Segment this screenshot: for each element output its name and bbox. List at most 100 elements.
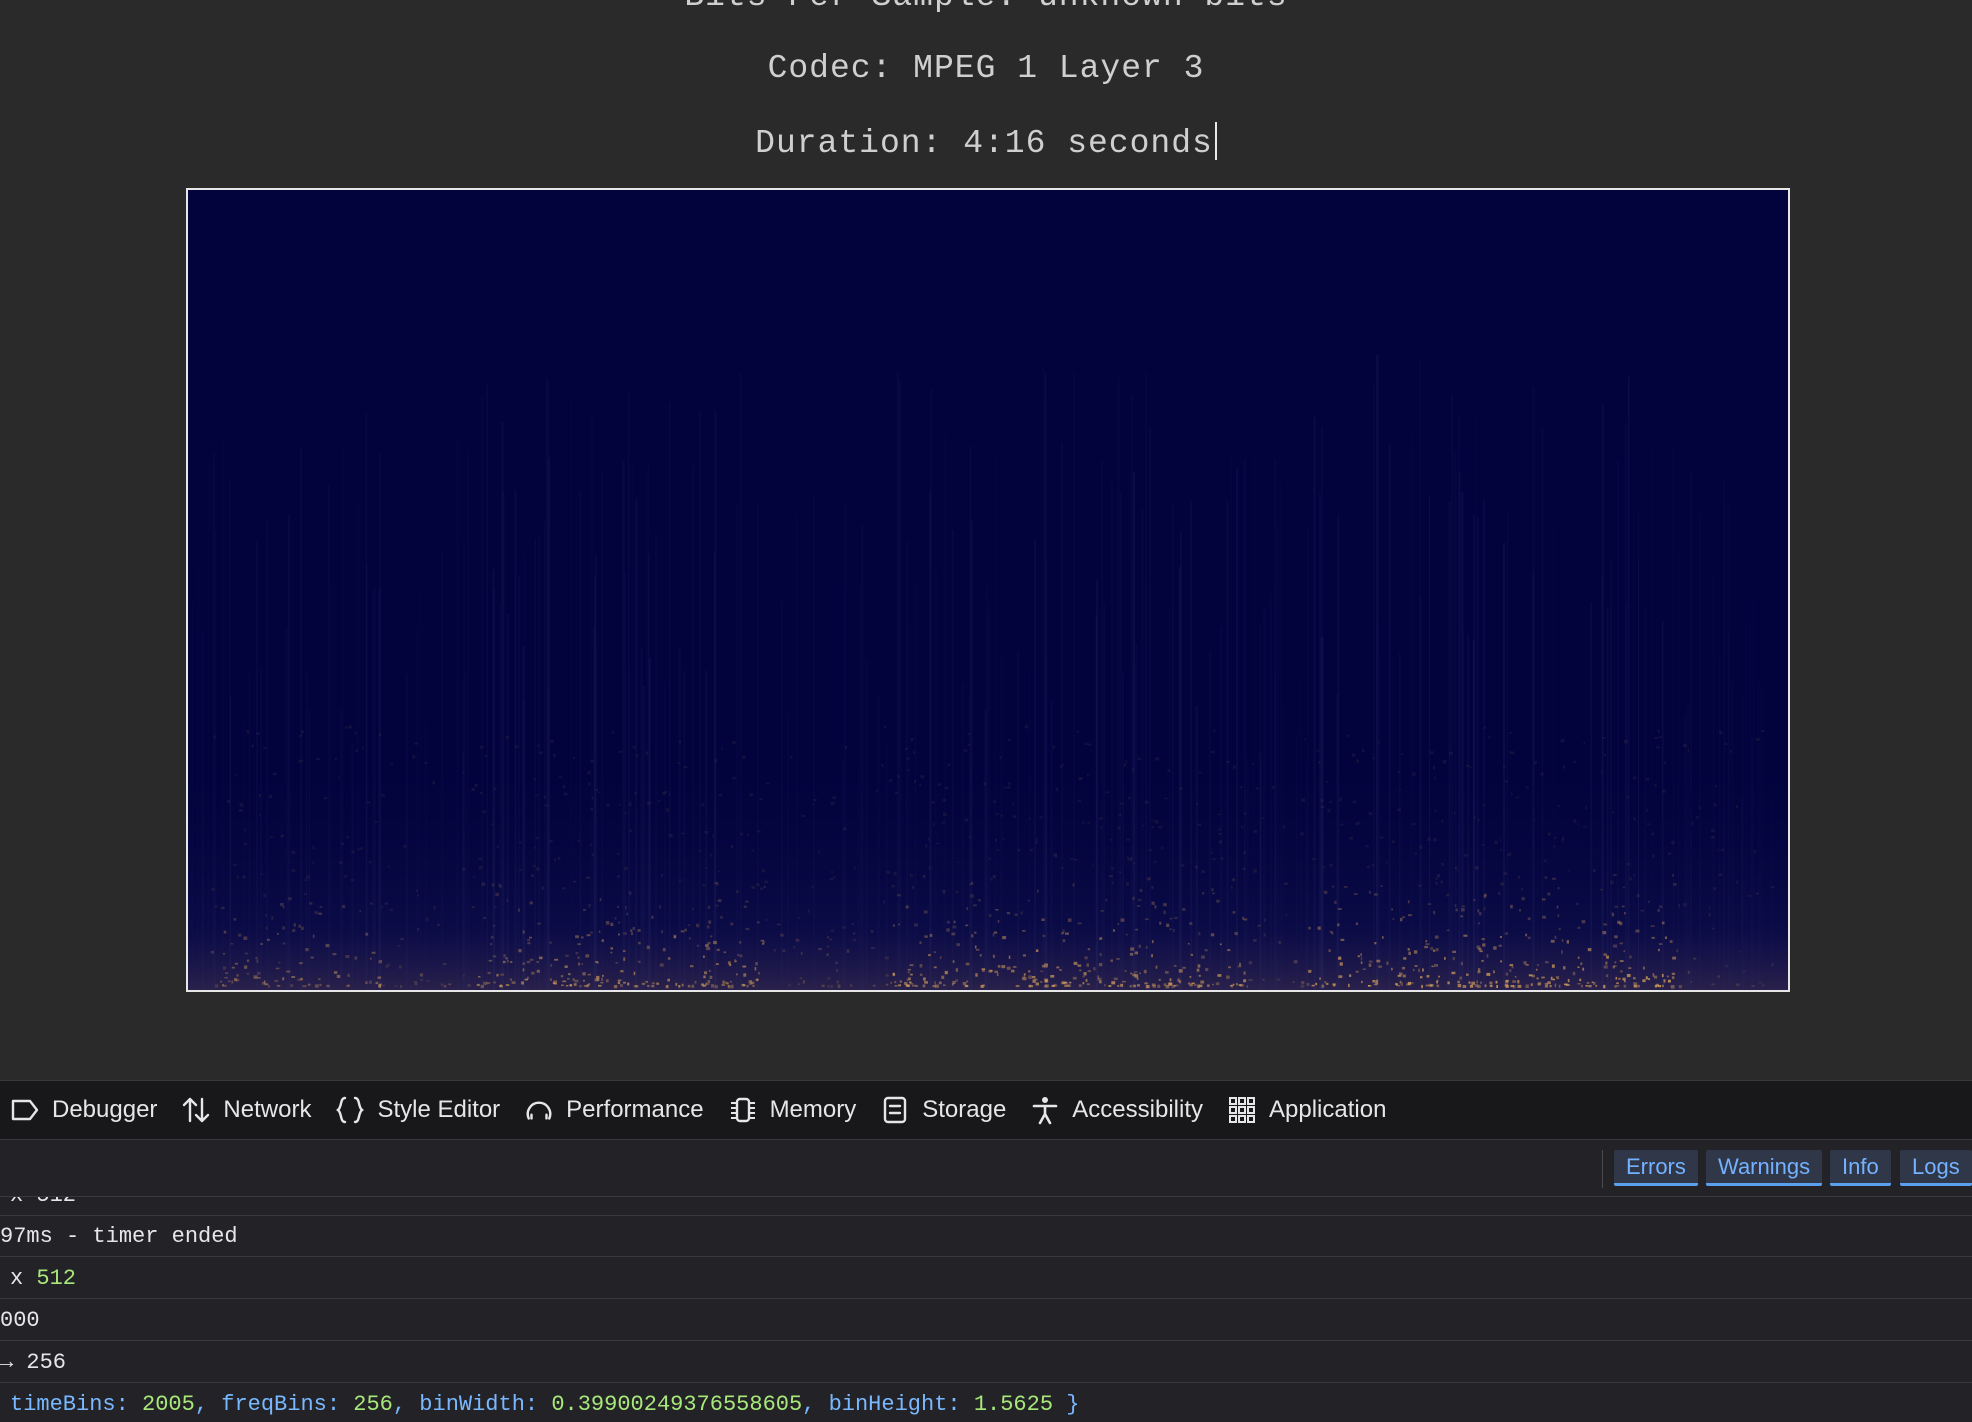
- spectral-speck: [264, 983, 269, 986]
- spectral-speck: [1646, 823, 1651, 826]
- spectral-speck: [1503, 871, 1508, 875]
- spectral-speck: [333, 971, 338, 974]
- filter-info-button[interactable]: Info: [1830, 1150, 1891, 1186]
- console-output[interactable]: x 512 97ms - timer ended x 512 000 → 256…: [0, 1197, 1972, 1422]
- spectral-speck: [1028, 817, 1031, 820]
- spectral-speck: [1652, 973, 1655, 977]
- spectral-speck: [1505, 972, 1509, 976]
- spectral-streak: [1601, 405, 1604, 990]
- spectral-speck: [1560, 739, 1565, 743]
- spectral-speck: [997, 920, 1000, 923]
- spectral-speck: [223, 966, 226, 970]
- spectral-streak: [365, 412, 367, 990]
- spectral-speck: [1201, 870, 1205, 873]
- spectral-speck: [483, 917, 486, 919]
- spectral-speck: [1136, 984, 1140, 987]
- spectral-speck: [1738, 950, 1741, 953]
- spectral-speck: [1182, 966, 1186, 969]
- spectral-speck: [1671, 840, 1675, 845]
- spectral-speck: [1151, 940, 1154, 944]
- tab-storage[interactable]: Storage: [870, 1081, 1020, 1139]
- spectral-speck: [1194, 865, 1198, 869]
- spectral-speck: [1595, 985, 1598, 987]
- tab-network[interactable]: Network: [171, 1081, 325, 1139]
- tab-memory[interactable]: Memory: [718, 1081, 871, 1139]
- tab-accessibility[interactable]: Accessibility: [1020, 1081, 1217, 1139]
- spectral-streak: [1482, 500, 1485, 990]
- spectral-speck: [258, 794, 261, 798]
- spectral-speck: [1036, 949, 1039, 952]
- tab-style-editor[interactable]: Style Editor: [325, 1081, 514, 1139]
- spectral-streak: [601, 470, 603, 990]
- spectral-speck: [544, 795, 546, 799]
- spectral-speck: [996, 849, 1000, 851]
- spectral-streak: [285, 626, 288, 990]
- spectral-speck: [483, 981, 487, 986]
- spectral-speck: [1511, 966, 1514, 969]
- spectral-speck: [1248, 961, 1253, 965]
- spectral-speck: [1645, 777, 1650, 781]
- spectral-speck: [238, 933, 242, 937]
- spectral-speck: [1438, 975, 1440, 978]
- spectral-speck: [933, 822, 935, 826]
- spectral-speck: [1698, 805, 1701, 810]
- spectral-speck: [875, 789, 878, 792]
- spectral-speck: [359, 910, 361, 912]
- spectral-speck: [675, 982, 678, 986]
- spectral-speck: [1328, 801, 1333, 803]
- filter-warnings-button[interactable]: Warnings: [1706, 1150, 1823, 1186]
- spectral-speck: [1239, 962, 1241, 967]
- spectral-speck: [506, 898, 509, 902]
- spectral-speck: [1473, 816, 1476, 820]
- spectral-speck: [316, 757, 320, 760]
- spectral-streak: [1096, 579, 1099, 990]
- console-object-message[interactable]: timeBins: 2005, freqBins: 256, binWidth:…: [0, 1384, 1972, 1422]
- tab-debugger[interactable]: Debugger: [0, 1081, 171, 1139]
- spectral-speck: [1386, 961, 1389, 965]
- spectral-speck: [1578, 823, 1580, 825]
- spectral-speck: [1459, 976, 1462, 980]
- console-message: → 256: [0, 1342, 1972, 1383]
- spectral-speck: [1134, 971, 1138, 973]
- spectral-speck: [365, 932, 369, 936]
- spectral-speck: [1610, 880, 1614, 884]
- spectral-speck: [1068, 981, 1072, 984]
- spectral-speck: [617, 981, 621, 985]
- spectral-streak: [1590, 602, 1593, 990]
- spectral-streak: [935, 569, 937, 990]
- spectral-speck: [234, 774, 237, 777]
- spectral-speck: [691, 984, 695, 988]
- spectral-speck: [899, 980, 902, 983]
- spectral-speck: [1217, 974, 1222, 977]
- spectral-speck: [1653, 975, 1658, 979]
- performance-icon: [524, 1095, 554, 1125]
- spectral-speck: [1713, 803, 1717, 807]
- tab-performance[interactable]: Performance: [514, 1081, 717, 1139]
- spectral-streak: [944, 436, 947, 990]
- spectral-streak: [1448, 501, 1451, 990]
- spectral-speck: [659, 963, 664, 967]
- spectral-speck: [1207, 984, 1210, 987]
- spectral-speck: [831, 929, 835, 933]
- spectral-speck: [1036, 838, 1038, 842]
- spectral-speck: [290, 984, 293, 988]
- spectral-speck: [946, 928, 950, 932]
- spectral-speck: [1219, 943, 1222, 946]
- spectral-speck: [1500, 849, 1503, 851]
- spectral-speck: [1554, 983, 1557, 988]
- spectral-speck: [1629, 955, 1632, 959]
- object-value: 0.39900249376558605: [551, 1392, 803, 1417]
- spectral-speck: [223, 952, 226, 955]
- filter-errors-button[interactable]: Errors: [1614, 1150, 1698, 1186]
- spectral-streak: [1148, 427, 1151, 990]
- spectral-streak: [1226, 502, 1229, 990]
- filter-logs-button[interactable]: Logs: [1900, 1150, 1972, 1186]
- tab-application[interactable]: Application: [1217, 1081, 1400, 1139]
- spectral-speck: [1198, 974, 1201, 977]
- spectral-speck: [1626, 863, 1631, 866]
- spectral-streak: [191, 603, 193, 990]
- spectral-streak: [464, 671, 467, 990]
- spectrogram-canvas[interactable]: [186, 188, 1790, 992]
- spectral-speck: [1577, 966, 1580, 968]
- spectral-speck: [1378, 965, 1382, 968]
